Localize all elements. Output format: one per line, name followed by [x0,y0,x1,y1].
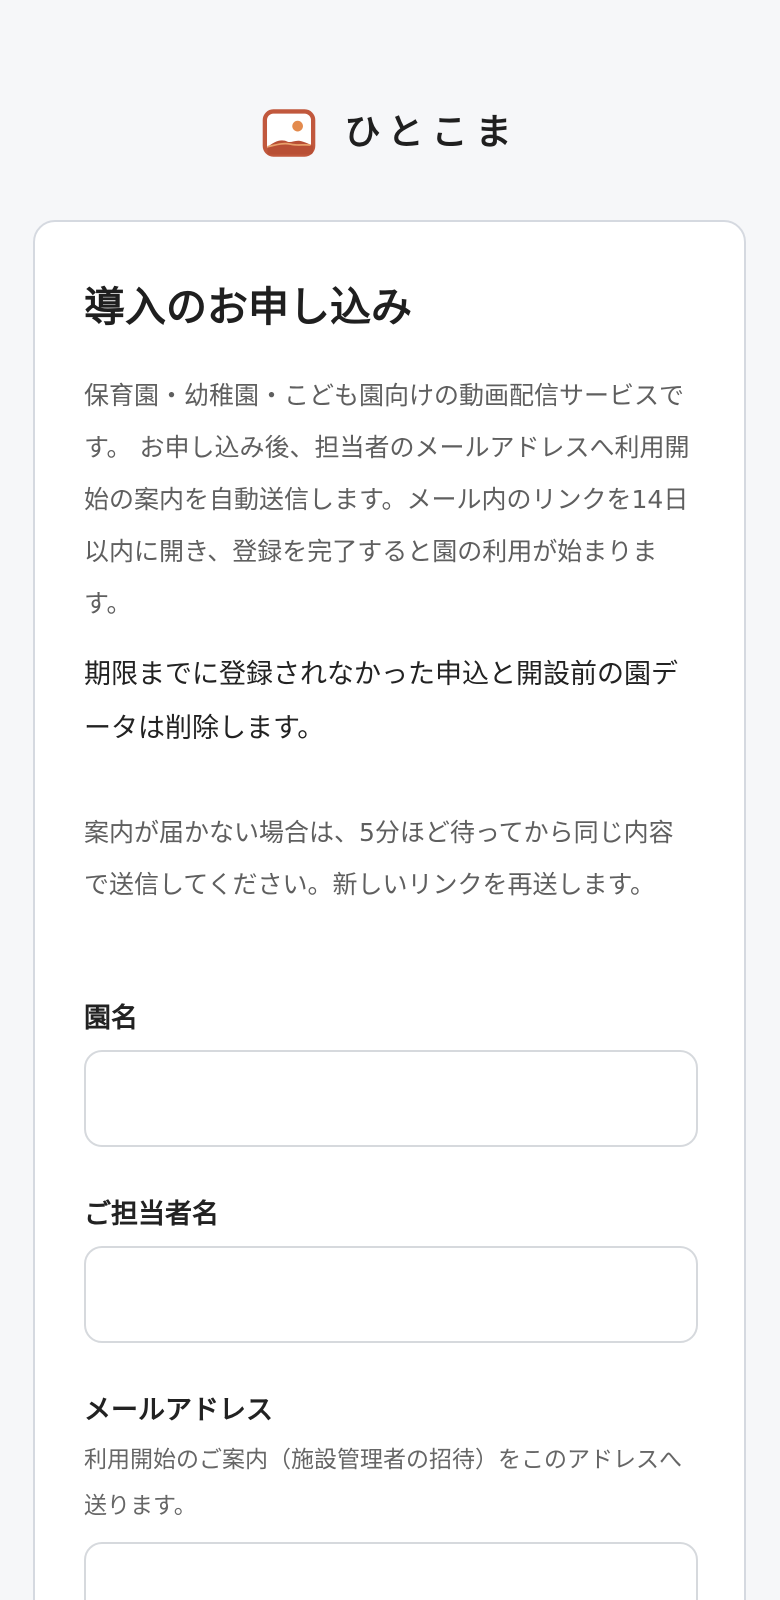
deletion-notice: 期限までに登録されなかった申込と開設前の園データは削除します。 [84,659,678,744]
signup-card: 導入のお申し込み 保育園・幼稚園・こども園向けの動画配信サービスです。 お申し込… [33,220,746,1600]
email-input[interactable] [84,1542,698,1600]
resend-note: 案内が届かない場合は、5分ほど待ってから同じ内容で送信してください。新しいリンク… [84,818,674,899]
contact-name-label: ご担当者名 [84,1199,219,1230]
brand-header: ひとこま [0,104,780,162]
signup-page: ひとこま 導入のお申し込み 保育園・幼稚園・こども園向けの動画配信サービスです。… [0,0,780,1600]
email-label: メールアドレス [84,1395,273,1426]
school-name-label: 園名 [84,1003,138,1034]
service-description: 保育園・幼稚園・こども園向けの動画配信サービスです。 お申し込み後、担当者のメー… [84,381,690,618]
brand-name: ひとこま [344,112,520,153]
school-name-input[interactable] [84,1050,698,1147]
contact-name-input[interactable] [84,1246,698,1343]
picture-landscape-icon [262,109,315,157]
email-help-text: 利用開始のご案内（施設管理者の招待）をこのアドレスへ送ります。 [84,1447,682,1519]
page-title: 導入のお申し込み [84,283,412,331]
